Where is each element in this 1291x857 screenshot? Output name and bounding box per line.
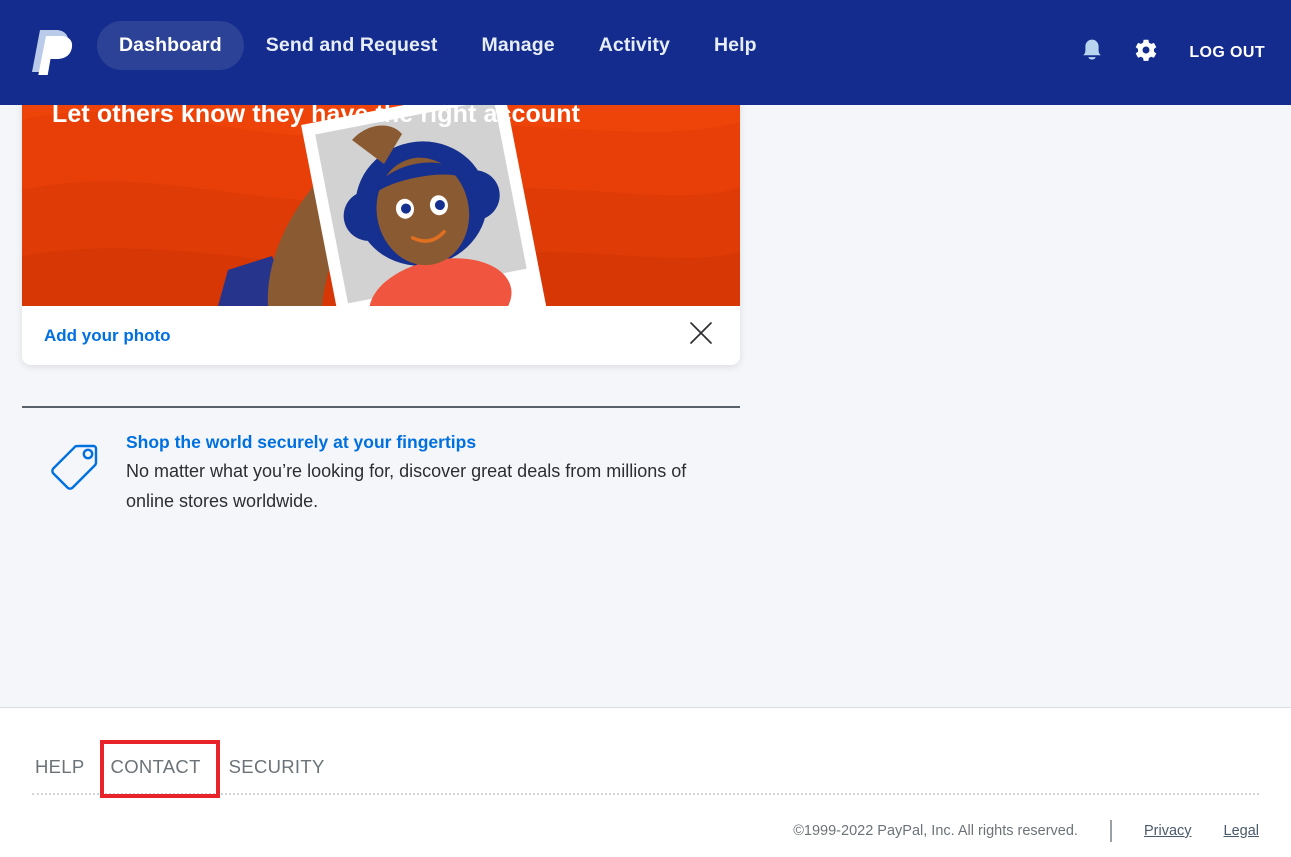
price-tag-icon [46,440,102,516]
feature-description: No matter what you’re looking for, disco… [126,461,687,512]
gear-icon [1134,38,1158,67]
feature-text-block: Shop the world securely at your fingerti… [126,432,696,516]
copyright-row: ©1999-2022 PayPal, Inc. All rights reser… [793,820,1259,842]
logout-label: LOG OUT [1189,43,1265,61]
section-divider [22,406,740,408]
nav-item-label: Help [713,34,757,56]
add-your-photo-link[interactable]: Add your photo [44,326,171,346]
footer-separator [1109,820,1112,842]
nav-item-label: Activity [598,34,670,56]
footer-link-security[interactable]: SECURITY [229,756,325,778]
nav-item-activity[interactable]: Activity [577,21,692,70]
shop-the-world-feature: Shop the world securely at your fingerti… [22,432,740,516]
promo-footer-row: Add your photo [22,306,740,365]
paypal-logo[interactable] [30,24,74,78]
close-icon [687,319,715,352]
footer-link-contact[interactable]: CONTACT [111,756,201,778]
footer-link-row: HELP CONTACT SECURITY [35,756,325,778]
page-footer: HELP CONTACT SECURITY ©1999-2022 PayPal,… [0,707,1291,857]
nav-item-manage[interactable]: Manage [459,21,576,70]
copyright-text: ©1999-2022 PayPal, Inc. All rights reser… [793,823,1078,839]
paypal-dashboard-page: Dashboard Send and Request Manage Activi… [0,0,1291,857]
footer-dotted-rule [32,793,1259,795]
nav-item-label: Dashboard [119,34,222,56]
top-navigation-bar: Dashboard Send and Request Manage Activi… [0,0,1291,105]
footer-link-help[interactable]: HELP [35,756,85,778]
nav-item-send-and-request[interactable]: Send and Request [244,21,460,70]
add-photo-promo-card: Let others know they have the right acco… [22,60,740,365]
footer-link-legal[interactable]: Legal [1224,823,1259,839]
feature-icon-wrap [22,432,126,516]
logout-button[interactable]: LOG OUT [1189,44,1265,62]
primary-nav-items: Dashboard Send and Request Manage Activi… [97,21,779,70]
footer-link-privacy[interactable]: Privacy [1144,823,1192,839]
settings-button[interactable] [1119,26,1173,80]
nav-item-help[interactable]: Help [692,21,779,70]
nav-right-actions: LOG OUT [1065,0,1265,105]
nav-item-label: Manage [481,34,555,56]
nav-item-dashboard[interactable]: Dashboard [97,21,244,70]
feature-title[interactable]: Shop the world securely at your fingerti… [126,432,696,453]
notifications-button[interactable] [1065,26,1119,80]
bell-icon [1081,38,1103,67]
close-promo-button[interactable] [684,319,718,353]
nav-item-label: Send and Request [265,34,438,56]
